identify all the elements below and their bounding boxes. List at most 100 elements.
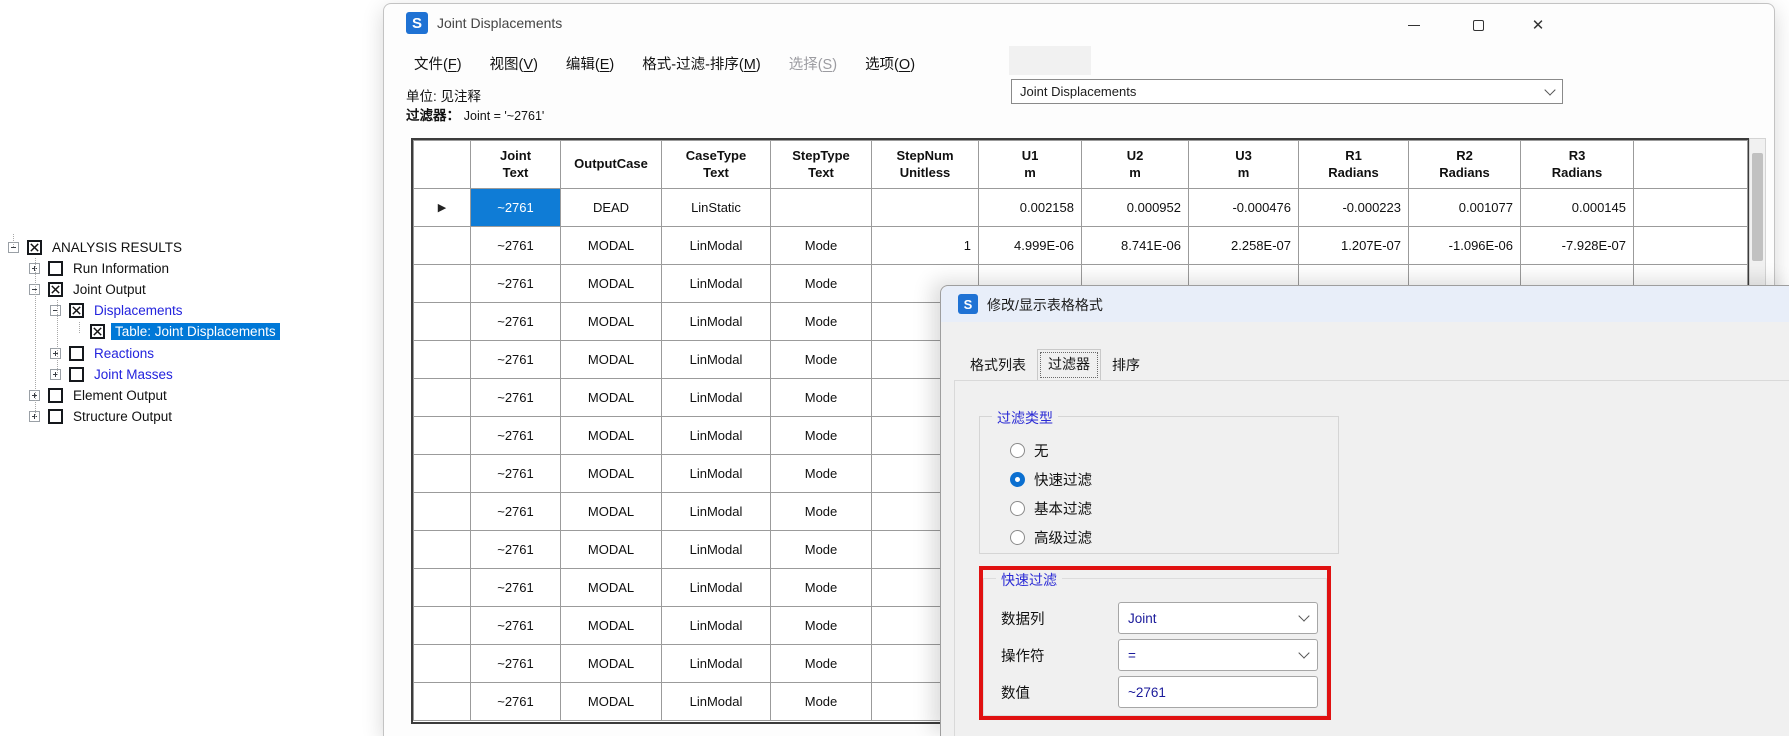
radio-icon[interactable] bbox=[1010, 443, 1025, 458]
checked-x-checkbox[interactable] bbox=[48, 282, 63, 297]
grid-cell[interactable]: Mode bbox=[771, 341, 872, 379]
window-titlebar[interactable]: S Joint Displacements ✕ bbox=[384, 4, 1774, 44]
column-header-joint[interactable]: JointText bbox=[471, 141, 561, 189]
unchecked-checkbox[interactable] bbox=[48, 261, 63, 276]
radio-icon[interactable] bbox=[1010, 530, 1025, 545]
grid-cell[interactable]: MODAL bbox=[561, 265, 662, 303]
grid-cell[interactable]: LinModal bbox=[662, 227, 771, 265]
grid-cell[interactable]: LinModal bbox=[662, 683, 771, 721]
grid-cell[interactable]: MODAL bbox=[561, 455, 662, 493]
grid-cell[interactable]: Mode bbox=[771, 569, 872, 607]
column-header-casetype[interactable]: CaseTypeText bbox=[662, 141, 771, 189]
grid-cell[interactable]: Mode bbox=[771, 455, 872, 493]
checked-x-checkbox[interactable] bbox=[27, 240, 42, 255]
menu-o[interactable]: 选项(O) bbox=[851, 49, 929, 75]
radio-option-2[interactable]: 快速过滤 bbox=[1010, 469, 1092, 489]
row-marker-cell[interactable] bbox=[414, 683, 471, 721]
grid-cell[interactable]: Mode bbox=[771, 645, 872, 683]
grid-cell[interactable]: LinModal bbox=[662, 265, 771, 303]
tree-item-analysis-results[interactable]: ANALYSIS RESULTS bbox=[8, 237, 186, 257]
table-selector-dropdown[interactable]: Joint Displacements bbox=[1011, 79, 1563, 104]
column-header-stepnum[interactable]: StepNumUnitless bbox=[872, 141, 979, 189]
grid-cell[interactable]: ~2761 bbox=[471, 341, 561, 379]
grid-cell[interactable]: LinModal bbox=[662, 531, 771, 569]
tab-sort[interactable]: 排序 bbox=[1101, 350, 1151, 380]
checked-x-checkbox[interactable] bbox=[69, 303, 84, 318]
grid-cell[interactable]: -0.000476 bbox=[1189, 189, 1299, 227]
tree-item-displacements[interactable]: Displacements bbox=[50, 301, 187, 321]
radio-selected-icon[interactable] bbox=[1010, 472, 1025, 487]
grid-cell[interactable]: -1.096E-06 bbox=[1409, 227, 1521, 265]
grid-cell[interactable]: Mode bbox=[771, 417, 872, 455]
grid-cell[interactable]: 0.000952 bbox=[1082, 189, 1189, 227]
tree-item-reactions[interactable]: Reactions bbox=[50, 343, 158, 363]
row-marker-cell[interactable]: ▶ bbox=[414, 189, 471, 227]
tab-filter[interactable]: 过滤器 bbox=[1037, 349, 1101, 381]
grid-cell[interactable] bbox=[1634, 227, 1748, 265]
expand-icon[interactable] bbox=[50, 348, 61, 359]
column-header-blank[interactable] bbox=[414, 141, 471, 189]
maximize-button[interactable] bbox=[1455, 10, 1501, 40]
row-marker-cell[interactable] bbox=[414, 645, 471, 683]
menu-f[interactable]: 文件(F) bbox=[400, 49, 476, 75]
menu-v[interactable]: 视图(V) bbox=[476, 49, 552, 75]
collapse-icon[interactable] bbox=[50, 305, 61, 316]
column-header-u2[interactable]: U2m bbox=[1082, 141, 1189, 189]
grid-cell[interactable]: ~2761 bbox=[471, 531, 561, 569]
grid-cell[interactable]: MODAL bbox=[561, 683, 662, 721]
grid-cell[interactable]: MODAL bbox=[561, 417, 662, 455]
column-header-blank[interactable] bbox=[1634, 141, 1748, 189]
grid-cell[interactable]: MODAL bbox=[561, 227, 662, 265]
grid-cell[interactable]: -7.928E-07 bbox=[1521, 227, 1634, 265]
grid-cell[interactable]: ~2761 bbox=[471, 417, 561, 455]
grid-cell[interactable]: 1.207E-07 bbox=[1299, 227, 1409, 265]
row-marker-cell[interactable] bbox=[414, 227, 471, 265]
grid-cell[interactable]: Mode bbox=[771, 683, 872, 721]
row-marker-cell[interactable] bbox=[414, 569, 471, 607]
grid-cell[interactable]: 2.258E-07 bbox=[1189, 227, 1299, 265]
checked-x-checkbox[interactable] bbox=[90, 324, 105, 339]
column-header-r1[interactable]: R1Radians bbox=[1299, 141, 1409, 189]
grid-cell[interactable]: LinModal bbox=[662, 341, 771, 379]
value-input[interactable]: ~2761 bbox=[1118, 676, 1318, 708]
grid-cell[interactable]: ~2761 bbox=[471, 645, 561, 683]
grid-cell[interactable]: Mode bbox=[771, 265, 872, 303]
close-button[interactable]: ✕ bbox=[1515, 10, 1561, 40]
column-header-steptype[interactable]: StepTypeText bbox=[771, 141, 872, 189]
grid-cell[interactable]: 0.000145 bbox=[1521, 189, 1634, 227]
dialog-titlebar[interactable]: S 修改/显示表格格式 bbox=[941, 286, 1789, 322]
grid-cell[interactable]: DEAD bbox=[561, 189, 662, 227]
row-marker-cell[interactable] bbox=[414, 303, 471, 341]
row-marker-cell[interactable] bbox=[414, 265, 471, 303]
tree-item-joint-output[interactable]: Joint Output bbox=[29, 279, 150, 299]
menu-m[interactable]: 格式-过滤-排序(M) bbox=[628, 49, 774, 75]
row-marker-cell[interactable] bbox=[414, 493, 471, 531]
selected-cell[interactable]: ~2761 bbox=[471, 189, 561, 227]
minimize-button[interactable] bbox=[1391, 10, 1437, 40]
grid-cell[interactable]: Mode bbox=[771, 379, 872, 417]
grid-cell[interactable]: LinModal bbox=[662, 303, 771, 341]
column-header-r3[interactable]: R3Radians bbox=[1521, 141, 1634, 189]
row-marker-cell[interactable] bbox=[414, 379, 471, 417]
row-marker-cell[interactable] bbox=[414, 341, 471, 379]
grid-cell[interactable]: LinModal bbox=[662, 417, 771, 455]
row-marker-cell[interactable] bbox=[414, 417, 471, 455]
grid-cell[interactable]: Mode bbox=[771, 227, 872, 265]
tree-item-table-joint-displacements[interactable]: Table: Joint Displacements bbox=[71, 322, 280, 342]
grid-cell[interactable]: ~2761 bbox=[471, 569, 561, 607]
grid-cell[interactable]: MODAL bbox=[561, 303, 662, 341]
grid-cell[interactable]: LinModal bbox=[662, 455, 771, 493]
grid-cell[interactable]: LinModal bbox=[662, 569, 771, 607]
grid-cell[interactable]: MODAL bbox=[561, 607, 662, 645]
grid-cell[interactable]: ~2761 bbox=[471, 379, 561, 417]
tab-format-list[interactable]: 格式列表 bbox=[959, 350, 1037, 380]
column-header-u1[interactable]: U1m bbox=[979, 141, 1082, 189]
grid-cell[interactable]: Mode bbox=[771, 607, 872, 645]
grid-cell[interactable]: 0.001077 bbox=[1409, 189, 1521, 227]
grid-cell[interactable]: -0.000223 bbox=[1299, 189, 1409, 227]
row-marker-cell[interactable] bbox=[414, 531, 471, 569]
grid-cell[interactable]: ~2761 bbox=[471, 303, 561, 341]
grid-cell[interactable]: MODAL bbox=[561, 569, 662, 607]
grid-cell[interactable]: LinModal bbox=[662, 645, 771, 683]
grid-cell[interactable] bbox=[1634, 189, 1748, 227]
